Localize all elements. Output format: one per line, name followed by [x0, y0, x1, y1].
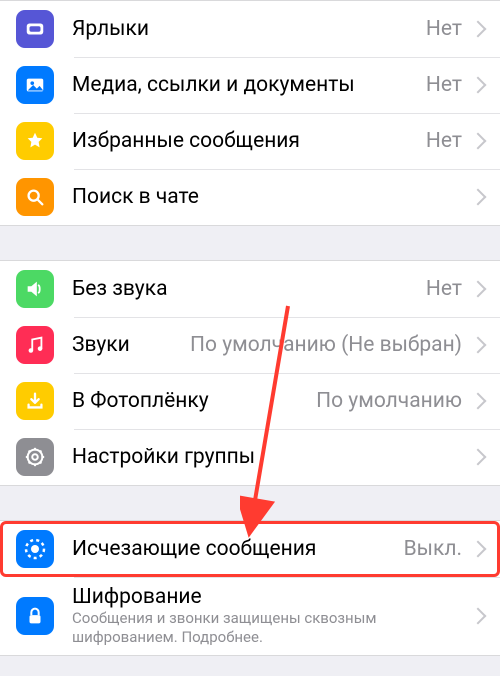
row-label: Ярлыки: [72, 17, 418, 41]
row-value: Нет: [426, 17, 462, 41]
row-label: Избранные сообщения: [72, 129, 418, 153]
row-value: Нет: [426, 73, 462, 97]
tag-icon: [16, 10, 54, 48]
row-save-to-camera-roll[interactable]: В Фотоплёнку По умолчанию: [0, 373, 500, 429]
section-privacy: Исчезающие сообщения Выкл. Шифрование Со…: [0, 520, 500, 656]
row-value: Выкл.: [404, 537, 462, 561]
star-icon: [16, 122, 54, 160]
row-label: Исчезающие сообщения: [72, 537, 396, 561]
row-label: Медиа, ссылки и документы: [72, 73, 418, 97]
chevron-icon: [470, 77, 487, 94]
music-icon: [16, 326, 54, 364]
chevron-icon: [470, 449, 487, 466]
row-label: Шифрование: [72, 585, 462, 609]
row-value: По умолчанию (Не выбран): [190, 333, 462, 357]
row-sounds[interactable]: Звуки По умолчанию (Не выбран): [0, 317, 500, 373]
download-icon: [16, 382, 54, 420]
chevron-icon: [470, 189, 487, 206]
chevron-icon: [470, 608, 487, 625]
chevron-icon: [470, 393, 487, 410]
row-value: По умолчанию: [316, 389, 462, 413]
chevron-icon: [470, 21, 487, 38]
chevron-icon: [470, 281, 487, 298]
search-icon: [16, 178, 54, 216]
gear-icon: [16, 438, 54, 476]
row-label: В Фотоплёнку: [72, 389, 308, 413]
row-encryption[interactable]: Шифрование Сообщения и звонки защищены с…: [0, 577, 500, 655]
row-label: Звуки: [72, 333, 182, 357]
lock-icon: [16, 597, 54, 635]
row-label: Настройки группы: [72, 445, 462, 469]
row-disappearing-messages[interactable]: Исчезающие сообщения Выкл.: [0, 521, 500, 577]
section-chat-content: Ярлыки Нет Медиа, ссылки и документы Нет…: [0, 0, 500, 226]
speaker-icon: [16, 270, 54, 308]
section-separator: [0, 226, 500, 260]
chevron-icon: [470, 337, 487, 354]
chevron-icon: [470, 541, 487, 558]
row-subtitle: Сообщения и звонки защищены сквозным шиф…: [72, 609, 462, 647]
chevron-icon: [470, 133, 487, 150]
row-label: Без звука: [72, 277, 418, 301]
row-label: Поиск в чате: [72, 185, 462, 209]
row-mute[interactable]: Без звука Нет: [0, 261, 500, 317]
row-media[interactable]: Медиа, ссылки и документы Нет: [0, 57, 500, 113]
row-starred[interactable]: Избранные сообщения Нет: [0, 113, 500, 169]
row-value: Нет: [426, 129, 462, 153]
section-separator: [0, 486, 500, 520]
row-text: Шифрование Сообщения и звонки защищены с…: [72, 577, 462, 655]
photo-icon: [16, 66, 54, 104]
section-notifications: Без звука Нет Звуки По умолчанию (Не выб…: [0, 260, 500, 486]
row-search[interactable]: Поиск в чате: [0, 169, 500, 225]
row-value: Нет: [426, 277, 462, 301]
row-group-settings[interactable]: Настройки группы: [0, 429, 500, 485]
timer-icon: [16, 530, 54, 568]
row-labels[interactable]: Ярлыки Нет: [0, 1, 500, 57]
